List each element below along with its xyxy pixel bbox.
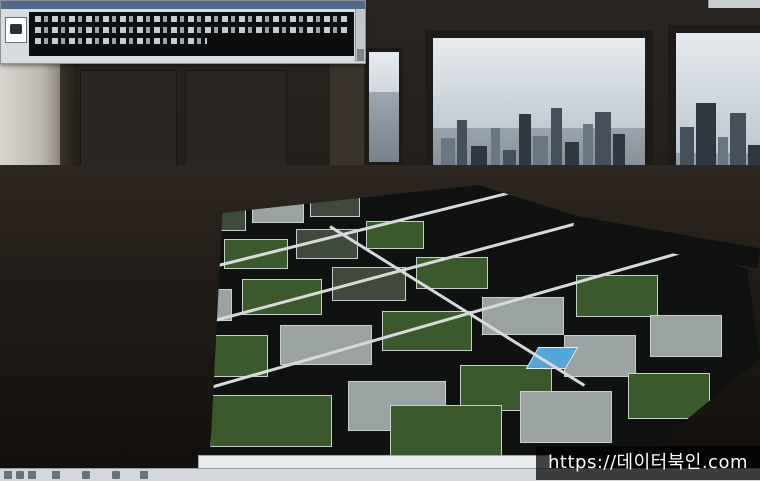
taskbar-app-icon[interactable] [28, 471, 36, 479]
scrollbar[interactable] [355, 9, 365, 62]
window-fragment [708, 0, 760, 8]
taskbar-app-icon[interactable] [52, 471, 60, 479]
background-photo [0, 0, 760, 480]
taskbar-app-icon[interactable] [82, 471, 90, 479]
taskbar-app-icon[interactable] [16, 471, 24, 479]
taskbar-app-icon[interactable] [112, 471, 120, 479]
scrollbar-thumb[interactable] [357, 49, 364, 61]
app-window[interactable] [0, 0, 366, 64]
window [365, 48, 403, 166]
app-content-panel [29, 12, 354, 56]
app-icon[interactable] [5, 17, 27, 43]
text-line [35, 38, 208, 44]
start-icon[interactable] [4, 471, 12, 479]
text-line [35, 27, 348, 33]
text-line [35, 16, 348, 22]
taskbar-app-icon[interactable] [140, 471, 148, 479]
watermark-text: https://데이터북인.com [536, 446, 760, 480]
title-bar[interactable] [1, 1, 365, 9]
